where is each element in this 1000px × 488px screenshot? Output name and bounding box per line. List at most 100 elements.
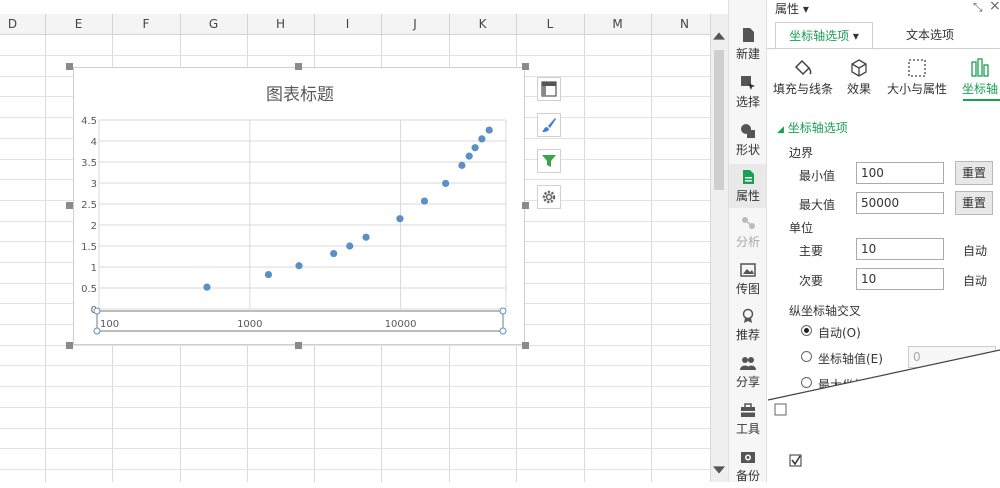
x-axis-selection-box[interactable] [96,310,504,332]
column-separator[interactable] [651,14,652,34]
tab-text-options[interactable]: 文本选项 [885,22,975,48]
major-unit-auto[interactable]: 自动 [963,242,987,259]
side-item-shape[interactable]: 形状 [729,118,767,162]
side-item-new[interactable]: 新建 [729,22,767,66]
axis-selection-handle[interactable] [93,307,101,315]
column-header: DEFGHIJKLMN [0,14,710,35]
max-bound-input[interactable]: 50000 [856,192,944,214]
cross-max-label[interactable]: 最大坐标轴值(M) [818,376,910,393]
reset-max-button[interactable]: 重置 [955,191,993,215]
column-header-h[interactable]: H [247,14,314,34]
category-size-properties[interactable]: 大小与属性 [887,58,947,102]
min-label: 最小值 [799,169,836,183]
data-point[interactable] [295,262,303,270]
cross-axis-value-radio[interactable] [801,351,812,362]
data-point[interactable] [420,197,429,205]
resize-handle-bottom-right[interactable] [522,342,529,349]
category-effects[interactable]: 效果 [843,58,875,102]
chart-settings-button[interactable] [537,185,561,209]
resize-handle-right[interactable] [522,202,529,209]
resize-handle-bottom-left[interactable] [66,342,73,349]
data-point[interactable] [465,152,473,160]
upload-image-icon [740,263,756,277]
data-point[interactable] [362,233,370,241]
spreadsheet-area[interactable]: DEFGHIJKLMN 00.511.522.533.544.510010001… [0,0,710,482]
scrollbar-thumb[interactable] [714,50,724,190]
data-point[interactable] [442,179,450,188]
data-point[interactable] [264,270,273,279]
category-fill-line[interactable]: 填充与线条 [771,58,835,102]
data-point[interactable] [458,161,466,169]
y-tick-label: 1.5 [81,242,97,253]
category-axis[interactable]: 坐标轴 [959,58,1000,102]
data-point[interactable] [471,144,479,152]
axis-selection-handle[interactable] [499,307,507,315]
side-item-backup[interactable]: 备份 [729,444,767,488]
column-separator[interactable] [381,14,382,34]
cross-auto-radio[interactable] [801,325,812,336]
vertical-scrollbar[interactable] [710,14,728,482]
data-point[interactable] [346,242,354,250]
column-separator[interactable] [584,14,585,34]
reset-min-button[interactable]: 重置 [955,161,993,185]
scroll-down-arrow-icon[interactable] [713,466,725,474]
column-separator[interactable] [314,14,315,34]
column-separator[interactable] [247,14,248,34]
data-point[interactable] [478,135,486,143]
side-item-select[interactable]: 选择 [729,70,767,114]
scroll-up-arrow-icon[interactable] [713,32,725,40]
chart-style-button[interactable] [537,113,561,137]
y-tick-label: 2 [91,221,97,232]
cross-max-radio[interactable] [801,377,812,388]
column-header-g[interactable]: G [180,14,247,34]
minor-unit-input[interactable]: 10 [856,268,944,290]
min-bound-input[interactable]: 100 [856,162,944,184]
side-item-toolbox[interactable]: 工具 [729,397,767,441]
resize-handle-left[interactable] [66,202,73,209]
column-header-d[interactable]: D [0,14,45,34]
data-point[interactable] [396,215,404,223]
x-tick-label: 10000 [385,319,417,330]
cross-auto-label[interactable]: 自动(O) [818,324,861,341]
chart-elements-button[interactable] [537,77,561,101]
chart-elements-icon [541,81,557,97]
column-header-j[interactable]: J [381,14,449,34]
side-item-upload-image[interactable]: 传图 [729,257,767,301]
column-separator[interactable] [45,14,46,34]
y-tick-label: 1 [91,263,97,274]
column-separator[interactable] [449,14,450,34]
chart-object[interactable]: 00.511.522.533.544.5100100010000 图表标题 [73,67,525,345]
column-header-e[interactable]: E [45,14,112,34]
resize-handle-top-right[interactable] [522,63,529,70]
column-header-m[interactable]: M [584,14,651,34]
resize-handle-bottom[interactable] [295,342,302,349]
chart-title[interactable]: 图表标题 [74,80,526,105]
tab-axis-options[interactable]: 坐标轴选项 ▾ [775,22,873,50]
column-separator[interactable] [112,14,113,34]
section-axis-options[interactable]: ◢ 坐标轴选项 [777,119,848,136]
data-point[interactable] [485,126,493,134]
minor-unit-auto[interactable]: 自动 [963,272,987,289]
chart-filter-button[interactable] [537,149,561,173]
side-item-share[interactable]: 分享 [729,350,767,394]
resize-handle-top-left[interactable] [66,63,73,70]
resize-handle-top[interactable] [295,63,302,70]
column-header-k[interactable]: K [449,14,516,34]
column-header-f[interactable]: F [112,14,180,34]
data-point[interactable] [203,283,211,291]
cross-axis-value-label[interactable]: 坐标轴值(E) [818,350,883,367]
side-item-property[interactable]: 属性 [729,164,767,208]
float-panel-icon[interactable]: ⤡ [973,0,983,15]
close-icon[interactable]: × [989,0,1000,14]
major-unit-input[interactable]: 10 [856,238,944,260]
column-separator[interactable] [516,14,517,34]
new-icon [743,28,754,42]
column-header-n[interactable]: N [651,14,710,34]
column-separator[interactable] [180,14,181,34]
column-header-i[interactable]: I [314,14,381,34]
column-header-l[interactable]: L [516,14,584,34]
data-point[interactable] [330,249,338,258]
axis-selection-handle[interactable] [499,327,507,335]
side-item-recommend[interactable]: 推荐 [729,303,767,347]
panel-title[interactable]: 属性 ▾ [775,0,809,17]
